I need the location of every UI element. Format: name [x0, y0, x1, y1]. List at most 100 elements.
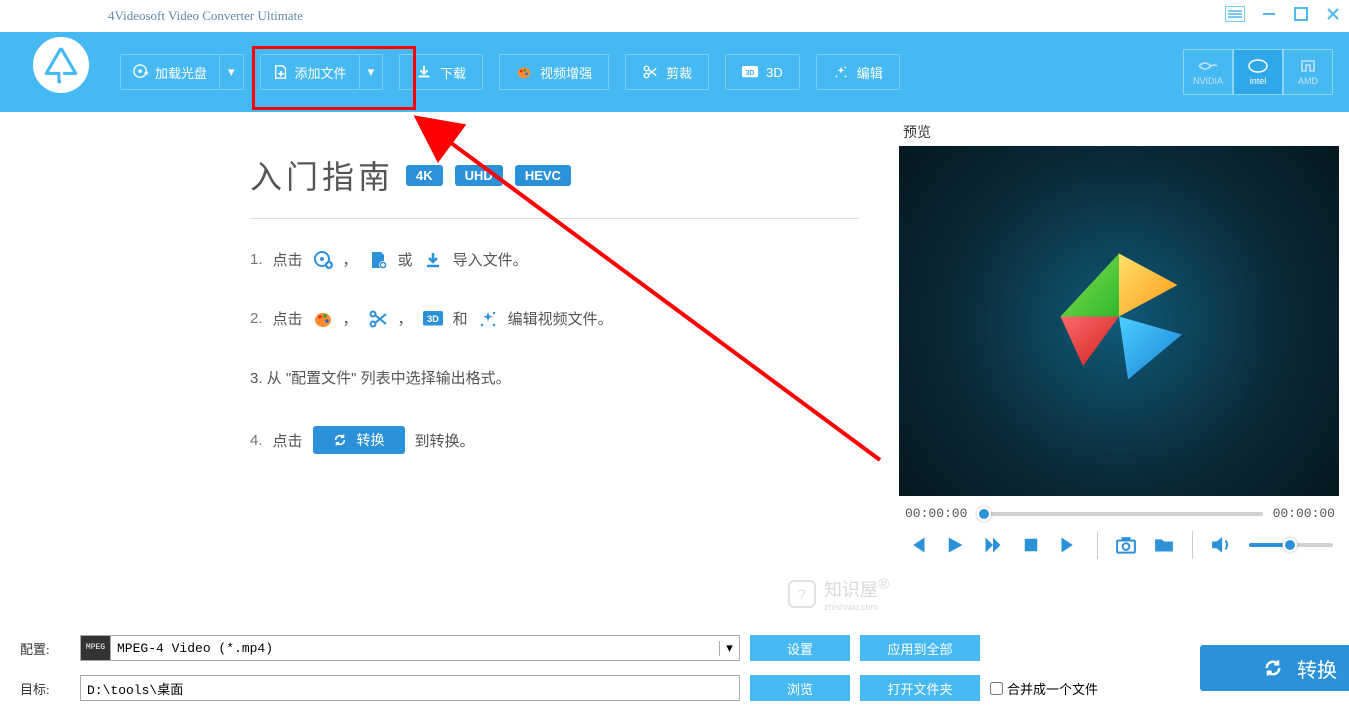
app-logo	[28, 32, 94, 98]
separator-2	[1192, 531, 1193, 559]
three-d-label: 3D	[766, 65, 783, 80]
guide-step-3: 3. 从 "配置文件" 列表中选择输出格式。	[250, 367, 859, 388]
open-folder-button[interactable]	[1154, 535, 1174, 555]
fast-forward-button[interactable]	[983, 535, 1003, 555]
step2-sep2: ，	[398, 308, 413, 329]
download-button[interactable]: 下载	[399, 54, 483, 90]
amd-label: AMD	[1298, 76, 1318, 86]
player-controls	[899, 531, 1341, 559]
download-icon-inline	[423, 250, 443, 270]
nvidia-icon	[1197, 58, 1219, 74]
guide-panel: 入门指南 4K UHD HEVC 1. 点击 ， 或 导入文件。 2. 点击 ，…	[0, 112, 899, 622]
enhance-label: 视频增强	[540, 63, 592, 82]
volume-thumb[interactable]	[1283, 538, 1297, 552]
prev-button[interactable]	[907, 535, 927, 555]
add-file-label: 添加文件	[295, 63, 347, 82]
stop-button[interactable]	[1021, 535, 1041, 555]
apply-all-button[interactable]: 应用到全部	[860, 635, 980, 661]
load-disc-button[interactable]: 加载光盘 ▾	[120, 54, 244, 90]
play-button[interactable]	[945, 535, 965, 555]
dest-input[interactable]	[80, 675, 740, 701]
guide-step-1: 1. 点击 ， 或 导入文件。	[250, 249, 859, 270]
guide-title: 入门指南	[250, 152, 394, 198]
step4-convert-label: 转换	[357, 430, 385, 450]
nvidia-label: NVIDIA	[1193, 76, 1223, 86]
merge-checkbox[interactable]	[990, 682, 1003, 695]
preview-panel: 预览 00:00:00 00:00:00	[899, 112, 1349, 622]
add-file-dropdown[interactable]: ▾	[359, 55, 383, 89]
app-title: 4Videosoft Video Converter Ultimate	[108, 8, 303, 24]
profile-select[interactable]: MPEG MPEG-4 Video (*.mp4) ▾	[80, 635, 740, 661]
intel-badge: intel	[1233, 49, 1283, 95]
step4-tail: 到转换。	[415, 430, 475, 451]
load-disc-label: 加载光盘	[155, 63, 207, 82]
settings-button[interactable]: 设置	[750, 635, 850, 661]
preview-video[interactable]	[899, 146, 1339, 496]
main-toolbar: 加载光盘 ▾ 添加文件 ▾ 下载 视频增强 剪裁 3D 3D 编辑 NVIDIA	[0, 32, 1349, 112]
guide-divider	[250, 218, 859, 219]
edit-button[interactable]: 编辑	[816, 54, 900, 90]
close-icon[interactable]	[1325, 6, 1341, 27]
guide-step-4: 4. 点击 转换 到转换。	[250, 426, 859, 454]
menu-icon[interactable]	[1225, 6, 1245, 27]
title-bar: 4Videosoft Video Converter Ultimate	[0, 0, 1349, 32]
badge-hevc: HEVC	[515, 165, 571, 186]
convert-label: 转换	[1297, 654, 1337, 683]
refresh-icon	[333, 433, 347, 447]
guide-step-2: 2. 点击 ， ， 3D 和 编辑视频文件。	[250, 308, 859, 329]
watermark-reg: ®	[878, 576, 889, 593]
merge-checkbox-label[interactable]: 合并成一个文件	[990, 679, 1190, 698]
snapshot-button[interactable]	[1116, 535, 1136, 555]
step4-text-a: 点击	[273, 430, 303, 451]
browse-button[interactable]: 浏览	[750, 675, 850, 701]
three-d-icon: 3D	[742, 64, 758, 80]
volume-slider[interactable]	[1249, 543, 1333, 547]
maximize-icon[interactable]	[1293, 6, 1309, 27]
three-d-button[interactable]: 3D 3D	[725, 54, 800, 90]
minimize-icon[interactable]	[1261, 6, 1277, 27]
scissors-icon	[642, 64, 658, 80]
intel-icon	[1247, 58, 1269, 74]
app-preview-logo	[1029, 231, 1209, 411]
badge-uhd: UHD	[455, 165, 503, 186]
amd-icon	[1297, 58, 1319, 74]
profile-label: 配置:	[20, 639, 70, 658]
download-label: 下载	[440, 63, 466, 82]
convert-button[interactable]: 转换	[1200, 645, 1349, 691]
merge-label: 合并成一个文件	[1007, 679, 1098, 698]
scrub-thumb[interactable]	[977, 507, 991, 521]
step1-tail: 导入文件。	[453, 249, 528, 270]
disc-icon	[133, 64, 149, 80]
file-add-icon-inline	[368, 250, 388, 270]
load-disc-dropdown[interactable]: ▾	[219, 55, 243, 89]
edit-label: 编辑	[857, 63, 883, 82]
open-folder-button-bottom[interactable]: 打开文件夹	[860, 675, 980, 701]
svg-text:3D: 3D	[746, 68, 755, 77]
chevron-down-icon[interactable]: ▾	[719, 641, 739, 656]
step2-sep1: ，	[343, 308, 358, 329]
download-icon	[416, 64, 432, 80]
scrub-track[interactable]	[977, 512, 1262, 516]
step1-or: 或	[398, 249, 413, 270]
step2-and: 和	[453, 308, 468, 329]
disc-add-icon	[313, 250, 333, 270]
amd-badge: AMD	[1283, 49, 1333, 95]
refresh-icon	[1263, 658, 1283, 678]
file-add-icon	[273, 64, 289, 80]
mpeg-icon: MPEG	[81, 636, 111, 660]
next-button[interactable]	[1059, 535, 1079, 555]
trim-label: 剪裁	[666, 63, 692, 82]
time-current: 00:00:00	[905, 506, 967, 521]
dest-label: 目标:	[20, 679, 70, 698]
step2-num: 2.	[250, 310, 263, 327]
enhance-button[interactable]: 视频增强	[499, 54, 609, 90]
add-file-button[interactable]: 添加文件 ▾	[260, 54, 384, 90]
watermark-en: zhishiwu.com	[824, 602, 889, 612]
volume-icon[interactable]	[1211, 535, 1231, 555]
step1-sep1: ，	[343, 249, 358, 270]
nvidia-badge: NVIDIA	[1183, 49, 1233, 95]
magic-icon-inline	[478, 309, 498, 329]
step2-tail: 编辑视频文件。	[508, 308, 613, 329]
trim-button[interactable]: 剪裁	[625, 54, 709, 90]
palette-icon-inline	[313, 309, 333, 329]
